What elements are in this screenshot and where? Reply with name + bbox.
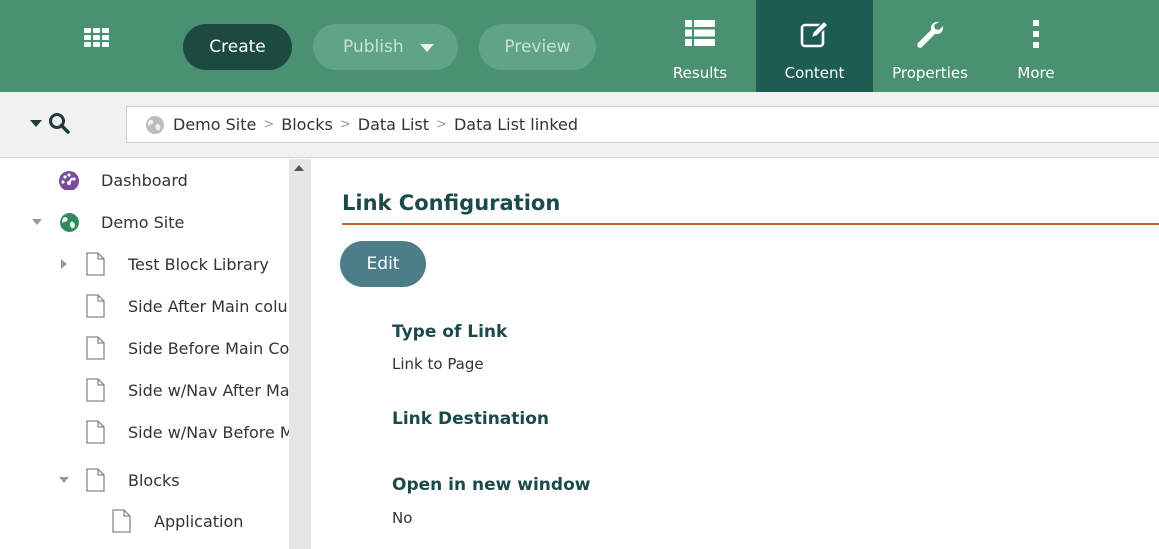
chevron-right-icon[interactable] xyxy=(58,258,70,270)
tree-item-page[interactable]: Side w/Nav Before M xyxy=(0,412,289,452)
tree-item-label: Blocks xyxy=(128,470,180,490)
tree-item-label: Side Before Main Co xyxy=(128,338,289,358)
chevron-right-icon: > xyxy=(436,117,447,132)
breadcrumb-item-current: Data List linked xyxy=(453,115,579,134)
dashboard-icon xyxy=(58,170,80,190)
more-vertical-icon xyxy=(1031,20,1041,60)
tree-item-demo-site[interactable]: Demo Site xyxy=(0,202,289,242)
tree-item-label: Dashboard xyxy=(101,170,188,190)
breadcrumb-item[interactable]: Demo Site xyxy=(173,115,256,134)
tree-item-page[interactable]: Side w/Nav After Ma xyxy=(0,370,289,410)
tree-item-label: Demo Site xyxy=(101,212,185,232)
wrench-icon xyxy=(915,20,945,60)
breadcrumb: Demo Site > Blocks > Data List > Data Li… xyxy=(126,106,1159,143)
more-button[interactable]: More xyxy=(1016,0,1056,92)
tree-item-label: Test Block Library xyxy=(128,254,269,274)
breadcrumb-item[interactable]: Blocks xyxy=(281,115,333,134)
search-icon xyxy=(49,113,70,134)
publish-button[interactable]: Publish xyxy=(313,24,458,70)
main-content: Link Configuration Edit Type of Link Lin… xyxy=(311,159,1159,549)
field-label-link-destination: Link Destination xyxy=(392,409,550,429)
tree-item-page[interactable]: Side After Main colu xyxy=(0,286,289,326)
field-value-type-of-link: Link to Page xyxy=(392,355,484,373)
tree-scrollbar[interactable] xyxy=(289,159,311,549)
chevron-down-icon[interactable] xyxy=(58,474,70,486)
globe-icon xyxy=(145,115,165,135)
tree-item-label: Side w/Nav After Ma xyxy=(128,380,289,400)
list-icon xyxy=(685,20,715,60)
page-icon xyxy=(86,378,105,402)
chevron-down-icon xyxy=(30,119,42,127)
tree-item-label: Side w/Nav Before M xyxy=(128,422,289,442)
content-tab[interactable]: Content xyxy=(756,0,873,92)
page-icon xyxy=(86,336,105,360)
field-value-open-in-new-window: No xyxy=(392,509,413,527)
create-button[interactable]: Create xyxy=(183,24,292,70)
edit-button[interactable]: Edit xyxy=(340,241,426,287)
top-toolbar: Create Publish Preview Results Content P… xyxy=(0,0,1159,92)
section-heading: Link Configuration xyxy=(342,191,561,215)
create-button-label: Create xyxy=(209,37,266,57)
page-icon xyxy=(86,294,105,318)
results-button[interactable]: Results xyxy=(660,0,740,92)
tree-item-test-block-library[interactable]: Test Block Library xyxy=(0,244,289,284)
chevron-right-icon: > xyxy=(339,117,351,132)
heading-divider xyxy=(342,223,1159,225)
properties-label: Properties xyxy=(892,64,968,82)
search-toggle-button[interactable] xyxy=(30,112,70,134)
chevron-right-icon: > xyxy=(263,117,275,132)
apps-grid-icon[interactable] xyxy=(84,28,110,50)
more-label: More xyxy=(1017,64,1055,82)
page-icon xyxy=(86,420,105,444)
tree-item-page[interactable]: Side Before Main Co xyxy=(0,328,289,368)
chevron-down-icon[interactable] xyxy=(31,216,43,228)
navigation-tree: Dashboard Demo Site Test Block Library S… xyxy=(0,159,289,549)
content-label: Content xyxy=(784,64,845,82)
edit-icon xyxy=(800,20,830,60)
chevron-up-icon[interactable] xyxy=(294,165,304,171)
chevron-down-icon[interactable] xyxy=(420,44,434,52)
breadcrumb-bar: Demo Site > Blocks > Data List > Data Li… xyxy=(0,92,1159,158)
tree-item-label: Application xyxy=(154,511,244,531)
results-label: Results xyxy=(672,64,728,82)
edit-button-label: Edit xyxy=(366,254,400,274)
globe-icon xyxy=(59,212,80,233)
tree-item-label: Side After Main colu xyxy=(128,296,288,316)
page-icon xyxy=(112,509,131,533)
tree-item-application[interactable]: Application xyxy=(0,501,289,541)
properties-button[interactable]: Properties xyxy=(880,0,980,92)
field-label-open-in-new-window: Open in new window xyxy=(392,475,591,495)
page-icon xyxy=(86,252,105,276)
preview-button[interactable]: Preview xyxy=(479,24,596,70)
preview-button-label: Preview xyxy=(504,37,571,57)
field-label-type-of-link: Type of Link xyxy=(392,322,508,342)
page-icon xyxy=(86,468,105,492)
publish-button-label: Publish xyxy=(343,37,404,57)
tree-item-dashboard[interactable]: Dashboard xyxy=(0,160,289,200)
breadcrumb-item[interactable]: Data List xyxy=(358,115,429,134)
tree-item-blocks[interactable]: Blocks xyxy=(0,460,289,500)
